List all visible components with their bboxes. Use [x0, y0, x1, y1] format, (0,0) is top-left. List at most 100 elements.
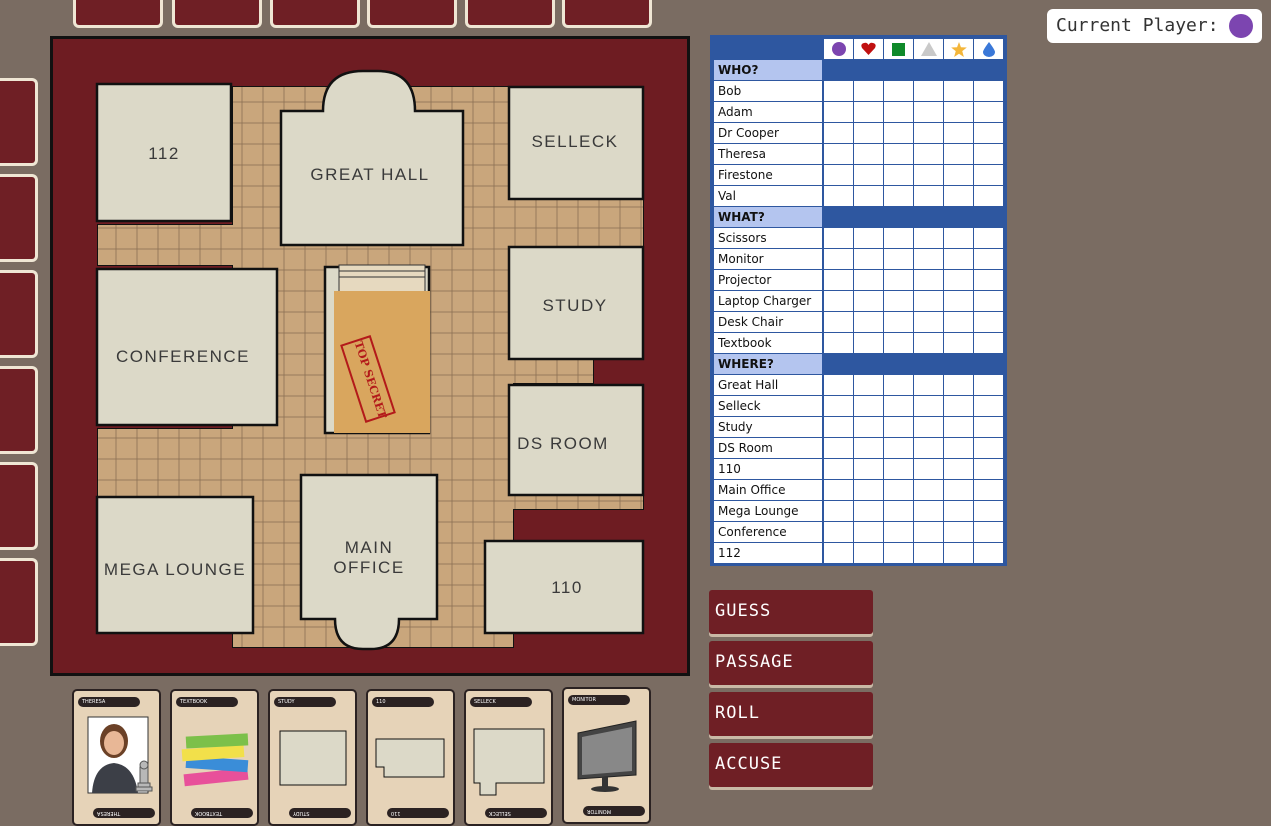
notepad-cell[interactable] — [884, 165, 913, 185]
notepad-cell[interactable] — [854, 312, 883, 332]
notepad-cell[interactable] — [854, 228, 883, 248]
notepad-cell[interactable] — [854, 417, 883, 437]
notepad-cell[interactable] — [884, 102, 913, 122]
notepad-cell[interactable] — [854, 270, 883, 290]
notepad-cell[interactable] — [944, 480, 973, 500]
notepad-cell[interactable] — [824, 270, 853, 290]
notepad-cell[interactable] — [824, 186, 853, 206]
notepad-cell[interactable] — [824, 228, 853, 248]
notepad-cell[interactable] — [944, 375, 973, 395]
notepad-cell[interactable] — [884, 81, 913, 101]
notepad-cell[interactable] — [914, 333, 943, 353]
notepad-cell[interactable] — [914, 459, 943, 479]
notepad-cell[interactable] — [854, 165, 883, 185]
notepad-cell[interactable] — [854, 480, 883, 500]
notepad-cell[interactable] — [854, 459, 883, 479]
notepad-cell[interactable] — [944, 459, 973, 479]
notepad-cell[interactable] — [824, 438, 853, 458]
notepad-cell[interactable] — [944, 312, 973, 332]
notepad-cell[interactable] — [854, 102, 883, 122]
notepad-cell[interactable] — [974, 312, 1003, 332]
notepad-cell[interactable] — [914, 270, 943, 290]
notepad-cell[interactable] — [884, 270, 913, 290]
notepad-cell[interactable] — [824, 291, 853, 311]
notepad-cell[interactable] — [944, 123, 973, 143]
notepad-cell[interactable] — [944, 522, 973, 542]
notepad-cell[interactable] — [824, 81, 853, 101]
notepad-cell[interactable] — [944, 417, 973, 437]
notepad-cell[interactable] — [914, 81, 943, 101]
notepad-cell[interactable] — [884, 543, 913, 563]
notepad-cell[interactable] — [854, 144, 883, 164]
notepad-cell[interactable] — [854, 291, 883, 311]
notepad-cell[interactable] — [854, 522, 883, 542]
hand-card-theresa[interactable]: THERESA THERESA — [72, 689, 161, 826]
notepad-cell[interactable] — [974, 396, 1003, 416]
notepad-cell[interactable] — [914, 543, 943, 563]
notepad-cell[interactable] — [824, 543, 853, 563]
notepad-cell[interactable] — [824, 333, 853, 353]
notepad-cell[interactable] — [974, 417, 1003, 437]
notepad-cell[interactable] — [914, 123, 943, 143]
notepad-cell[interactable] — [824, 312, 853, 332]
notepad-cell[interactable] — [944, 165, 973, 185]
notepad-cell[interactable] — [884, 396, 913, 416]
notepad-cell[interactable] — [914, 165, 943, 185]
notepad-cell[interactable] — [824, 459, 853, 479]
notepad-cell[interactable] — [974, 480, 1003, 500]
notepad-cell[interactable] — [944, 81, 973, 101]
notepad-cell[interactable] — [914, 144, 943, 164]
notepad-cell[interactable] — [974, 249, 1003, 269]
notepad-cell[interactable] — [884, 501, 913, 521]
notepad-cell[interactable] — [944, 333, 973, 353]
notepad-cell[interactable] — [824, 123, 853, 143]
notepad-cell[interactable] — [944, 270, 973, 290]
accuse-button[interactable]: ACCUSE — [709, 743, 873, 787]
notepad-cell[interactable] — [944, 438, 973, 458]
notepad-cell[interactable] — [914, 396, 943, 416]
notepad-cell[interactable] — [914, 501, 943, 521]
guess-button[interactable]: GUESS — [709, 590, 873, 634]
notepad-cell[interactable] — [824, 480, 853, 500]
notepad-cell[interactable] — [884, 123, 913, 143]
notepad-cell[interactable] — [974, 81, 1003, 101]
notepad-cell[interactable] — [974, 522, 1003, 542]
notepad-cell[interactable] — [824, 375, 853, 395]
notepad-cell[interactable] — [944, 249, 973, 269]
notepad-cell[interactable] — [974, 123, 1003, 143]
notepad-cell[interactable] — [974, 459, 1003, 479]
notepad-cell[interactable] — [974, 291, 1003, 311]
hand-card-textbook[interactable]: TEXTBOOK TEXTBOOK — [170, 689, 259, 826]
roll-button[interactable]: ROLL — [709, 692, 873, 736]
notepad-cell[interactable] — [884, 249, 913, 269]
notepad-cell[interactable] — [944, 186, 973, 206]
notepad-cell[interactable] — [854, 396, 883, 416]
notepad-cell[interactable] — [914, 417, 943, 437]
notepad-cell[interactable] — [974, 333, 1003, 353]
notepad-cell[interactable] — [914, 375, 943, 395]
notepad-cell[interactable] — [914, 312, 943, 332]
hand-card-monitor[interactable]: MONITOR MONITOR — [562, 687, 651, 824]
notepad-cell[interactable] — [974, 228, 1003, 248]
notepad-cell[interactable] — [944, 291, 973, 311]
notepad-cell[interactable] — [854, 123, 883, 143]
notepad-cell[interactable] — [824, 249, 853, 269]
notepad-cell[interactable] — [884, 291, 913, 311]
notepad-cell[interactable] — [914, 228, 943, 248]
notepad-cell[interactable] — [884, 522, 913, 542]
notepad-cell[interactable] — [824, 501, 853, 521]
notepad-cell[interactable] — [824, 144, 853, 164]
notepad-cell[interactable] — [854, 438, 883, 458]
notepad-cell[interactable] — [944, 396, 973, 416]
notepad-cell[interactable] — [974, 438, 1003, 458]
notepad-cell[interactable] — [854, 375, 883, 395]
notepad-cell[interactable] — [944, 501, 973, 521]
notepad-cell[interactable] — [884, 459, 913, 479]
notepad-cell[interactable] — [974, 543, 1003, 563]
notepad-cell[interactable] — [944, 543, 973, 563]
notepad-cell[interactable] — [884, 312, 913, 332]
notepad-cell[interactable] — [914, 480, 943, 500]
game-board[interactable]: TOP SECRET 112 GREAT HALL SELLECK STUDY … — [50, 36, 690, 676]
notepad-cell[interactable] — [884, 417, 913, 437]
notepad-cell[interactable] — [884, 186, 913, 206]
